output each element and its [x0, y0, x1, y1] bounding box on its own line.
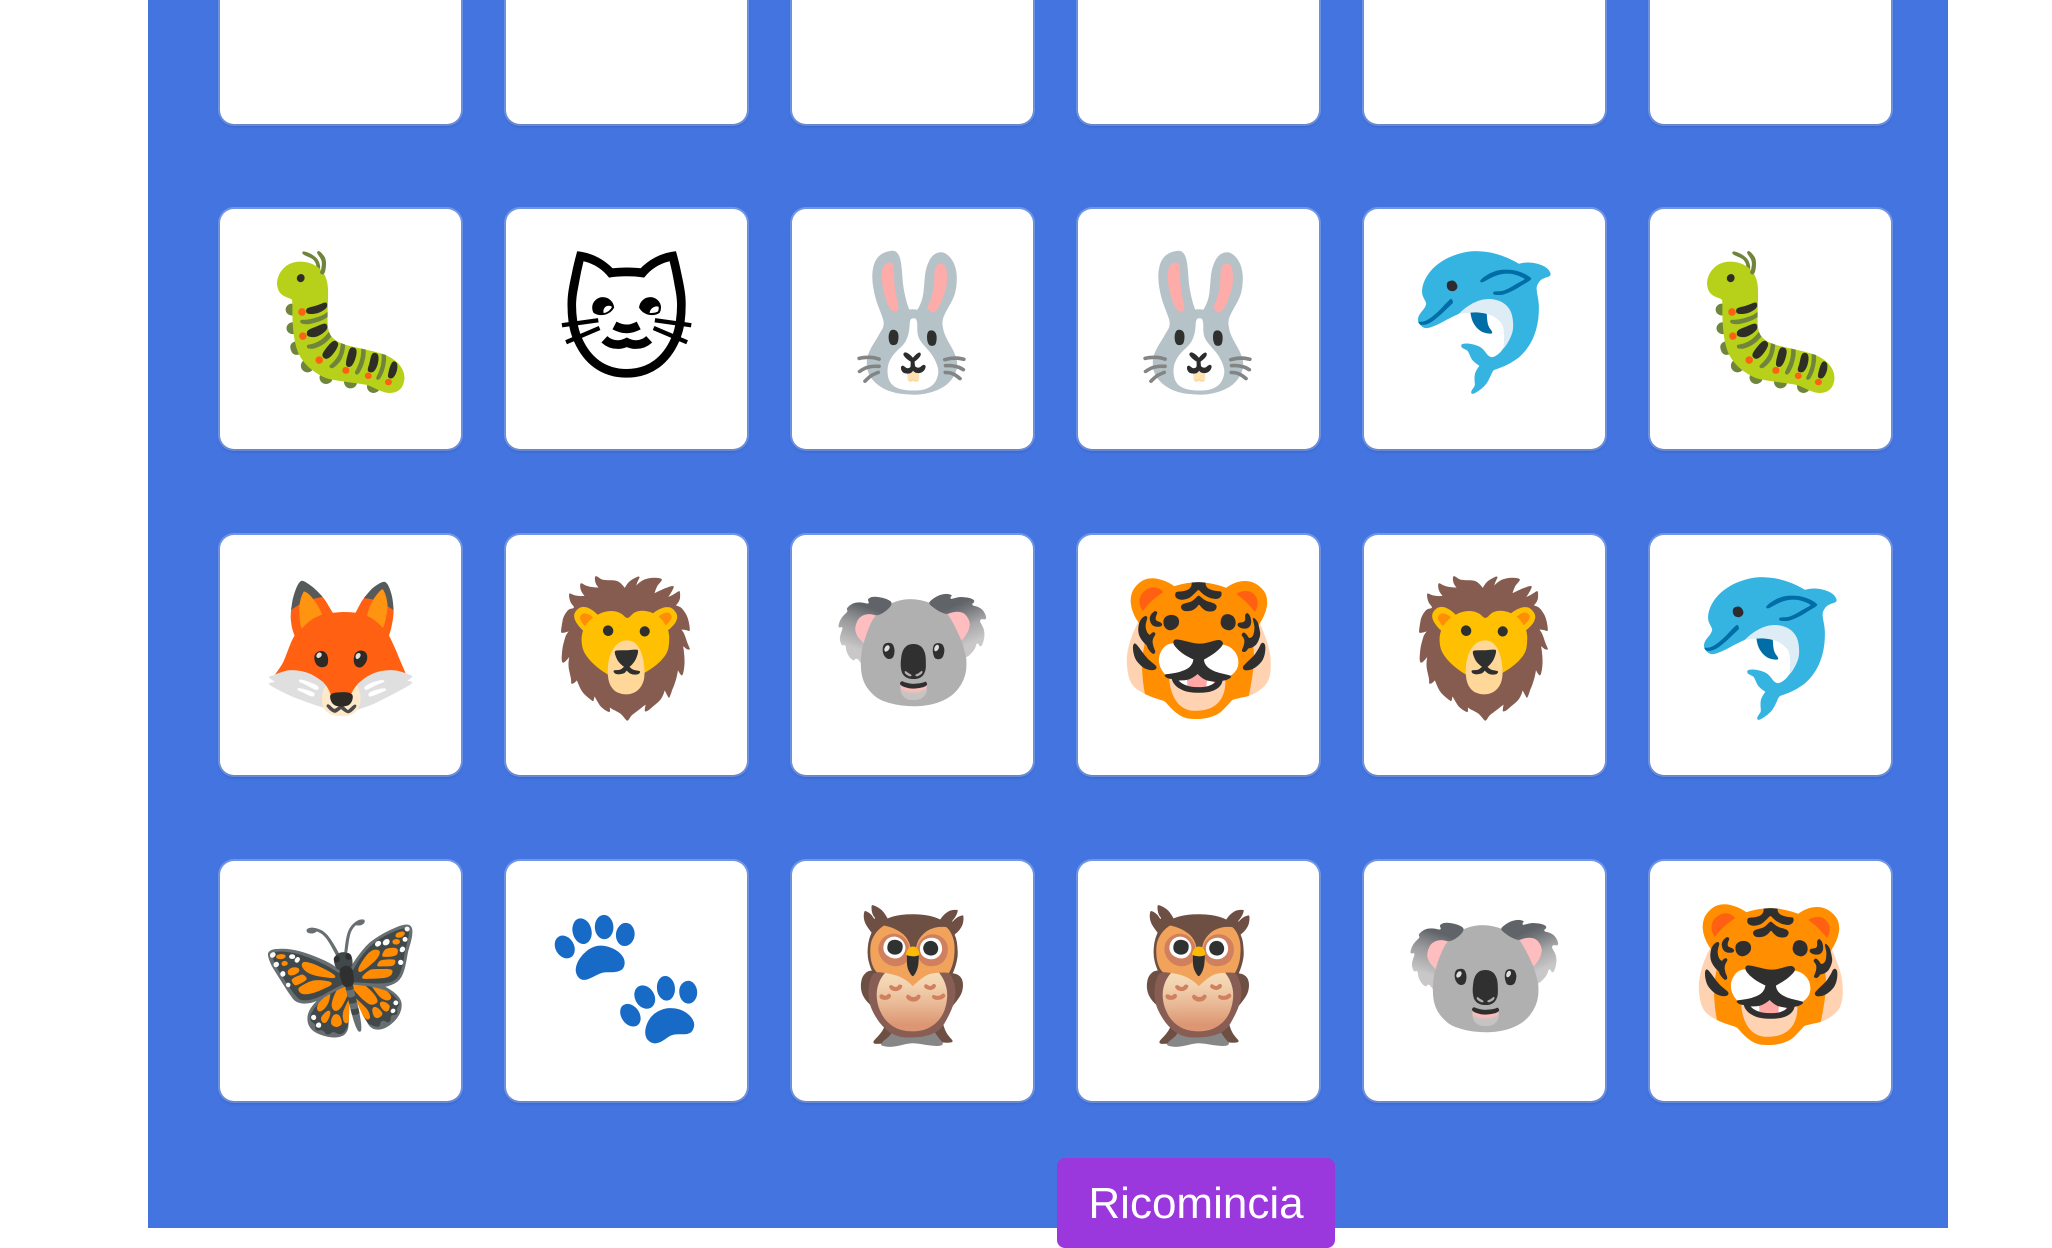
memory-card[interactable]: 🦁	[506, 535, 747, 775]
memory-card[interactable]: 🦋	[220, 861, 461, 1101]
memory-card[interactable]: 🐝	[1078, 0, 1319, 124]
memory-card[interactable]: 🦉	[792, 861, 1033, 1101]
memory-card[interactable]: 🐯	[1650, 861, 1891, 1101]
memory-card[interactable]: 🐱	[506, 209, 747, 449]
memory-card[interactable]: 🐾	[506, 0, 747, 124]
rabbit-icon: 🐰	[830, 246, 995, 400]
lion-icon: 🦁	[1402, 572, 1567, 726]
memory-card[interactable]: 🐛	[220, 209, 461, 449]
memory-card[interactable]: 🐬	[1364, 209, 1605, 449]
memory-card[interactable]: 🐰	[792, 209, 1033, 449]
butterfly-icon: 🦋	[258, 898, 423, 1052]
dolphin-icon: 🐬	[1688, 572, 1853, 726]
tiger-icon: 🐯	[1116, 572, 1281, 726]
memory-card[interactable]: 🐛	[1650, 209, 1891, 449]
memory-card[interactable]: 🐝	[1650, 0, 1891, 124]
caterpillar-icon: 🐛	[1688, 246, 1853, 400]
memory-card[interactable]: 🦋	[1364, 0, 1605, 124]
game-board: 🦊 🐾 🐱 🐝 🦋 🐝 🐛 🐱 🐰 🐰 🐬 🐛 🦊 🦁 🐨 🐯 🦁 🐬 🦋 🐾 …	[148, 0, 1948, 1248]
restart-button[interactable]: Ricomincia	[1057, 1158, 1335, 1248]
memory-card[interactable]: 🦊	[220, 535, 461, 775]
memory-card[interactable]: 🐨	[1364, 861, 1605, 1101]
memory-card[interactable]: 🐯	[1078, 535, 1319, 775]
tiger-icon: 🐯	[1688, 898, 1853, 1052]
memory-card[interactable]: 🦁	[1364, 535, 1605, 775]
owl-icon: 🦉	[830, 898, 995, 1052]
cat-icon: 🐱	[557, 246, 696, 400]
paw-prints-icon: 🐾	[544, 898, 709, 1052]
memory-card[interactable]: 🐾	[506, 861, 747, 1101]
restart-button-label: Ricomincia	[1088, 1179, 1304, 1228]
lion-icon: 🦁	[544, 572, 709, 726]
fox-icon: 🦊	[258, 572, 423, 726]
caterpillar-icon: 🐛	[258, 246, 423, 400]
memory-card[interactable]: 🐨	[792, 535, 1033, 775]
owl-icon: 🦉	[1116, 898, 1281, 1052]
memory-card[interactable]: 🐰	[1078, 209, 1319, 449]
koala-icon: 🐨	[1402, 898, 1567, 1052]
memory-card[interactable]: 🦊	[220, 0, 461, 124]
koala-icon: 🐨	[830, 572, 995, 726]
dolphin-icon: 🐬	[1402, 246, 1567, 400]
memory-card[interactable]: 🐬	[1650, 535, 1891, 775]
rabbit-icon: 🐰	[1116, 246, 1281, 400]
memory-card[interactable]: 🐱	[792, 0, 1033, 124]
memory-card[interactable]: 🦉	[1078, 861, 1319, 1101]
